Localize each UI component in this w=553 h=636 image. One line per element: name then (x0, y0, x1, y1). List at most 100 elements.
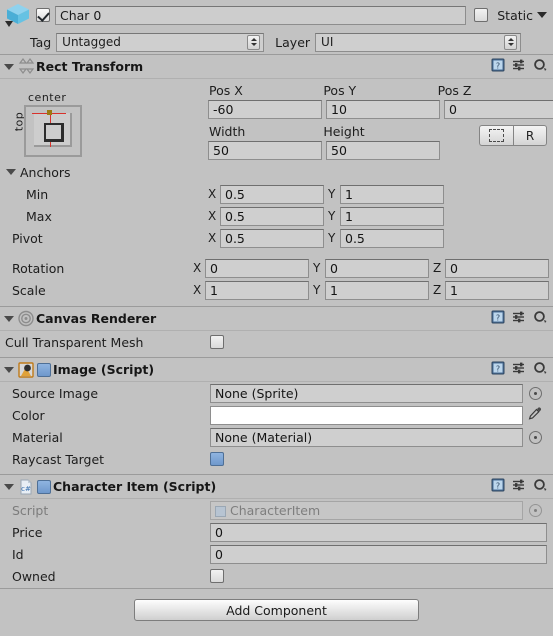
position-labels-row: Pos X Pos Y Pos Z (208, 79, 547, 98)
anchor-preset-widget[interactable]: center top (10, 91, 94, 157)
anchor-preset-box[interactable] (24, 105, 82, 157)
scale-y-input[interactable]: 1 (325, 280, 429, 300)
gear-icon[interactable] (533, 478, 547, 495)
rotation-y-axis: Y (313, 261, 321, 275)
gameobject-active-checkbox[interactable] (36, 8, 50, 22)
scale-label: Scale (12, 282, 46, 298)
foldout-arrow-icon[interactable] (2, 480, 15, 493)
layer-stepper-icon[interactable] (504, 34, 518, 50)
scale-z-input[interactable]: 1 (445, 280, 549, 300)
pivot-x-input[interactable]: 0.5 (220, 228, 324, 248)
preset-sliders-icon[interactable] (512, 361, 526, 378)
tag-stepper-icon[interactable] (247, 34, 261, 50)
pivot-x-axis: X (208, 231, 217, 245)
preset-sliders-icon[interactable] (512, 310, 526, 327)
header-icon-group: ? (491, 361, 547, 378)
layer-dropdown[interactable]: UI (315, 32, 522, 52)
pos-y-input[interactable]: 10 (326, 99, 440, 119)
layer-label: Layer (275, 34, 311, 50)
owned-checkbox[interactable] (210, 569, 224, 583)
material-objectfield[interactable]: None (Material) (210, 427, 523, 447)
foldout-arrow-icon[interactable] (2, 363, 15, 376)
component-title: Character Item (Script) (53, 479, 217, 494)
raycast-target-label: Raycast Target (12, 451, 105, 467)
blueprint-raw-button-group: R (479, 125, 547, 146)
anchor-min-y-input[interactable]: 1 (340, 184, 444, 204)
material-picker-icon[interactable] (529, 430, 542, 444)
price-label: Price (12, 524, 43, 540)
scale-z-axis: Z (433, 283, 442, 297)
help-book-icon[interactable]: ? (491, 58, 505, 75)
source-image-objectfield[interactable]: None (Sprite) (210, 383, 523, 403)
gear-icon[interactable] (533, 58, 547, 75)
static-checkbox[interactable] (474, 8, 489, 22)
gear-icon[interactable] (533, 310, 547, 327)
cull-transparent-mesh-checkbox[interactable] (210, 335, 224, 349)
source-image-label: Source Image (12, 385, 99, 401)
help-book-icon[interactable]: ? (491, 478, 505, 495)
anchors-foldout-arrow-icon[interactable] (5, 166, 17, 178)
foldout-arrow-icon[interactable] (2, 312, 15, 325)
anchor-max-row: Max X 0.5 Y1 (0, 205, 553, 227)
component-header-canvas-renderer[interactable]: Canvas Renderer ? (0, 306, 553, 331)
script-label: Script (12, 502, 49, 518)
scale-y-value: 1 (330, 282, 338, 298)
pivot-y-value: 0.5 (345, 230, 365, 246)
tag-layer-bar: Tag Untagged Layer UI (0, 30, 553, 54)
pivot-y-input[interactable]: 0.5 (340, 228, 444, 248)
rotation-y-input[interactable]: 0 (325, 258, 429, 278)
anchors-foldout[interactable]: Anchors (0, 161, 553, 183)
raw-edit-mode-button[interactable]: R (513, 125, 547, 146)
svg-text:?: ? (496, 62, 500, 71)
width-value: 50 (213, 142, 229, 158)
raycast-target-checkbox[interactable] (210, 452, 224, 466)
width-input[interactable]: 50 (208, 140, 322, 160)
help-book-icon[interactable]: ? (491, 310, 505, 327)
script-value: CharacterItem (230, 502, 321, 518)
raycast-target-row: Raycast Target (0, 448, 553, 470)
character-item-enabled-checkbox[interactable] (37, 479, 51, 494)
add-component-button[interactable]: Add Component (134, 599, 419, 621)
material-row: Material None (Material) (0, 426, 553, 448)
pos-x-input[interactable]: -60 (208, 99, 322, 119)
pos-z-input[interactable]: 0 (444, 99, 553, 119)
help-book-icon[interactable]: ? (491, 361, 505, 378)
height-label: Height (323, 124, 365, 139)
cull-transparent-mesh-label: Cull Transparent Mesh (5, 334, 144, 350)
static-toggle-group[interactable]: Static (472, 8, 547, 23)
height-input[interactable]: 50 (326, 140, 440, 160)
tag-dropdown[interactable]: Untagged (56, 32, 265, 52)
blueprint-mode-button[interactable] (479, 125, 513, 146)
svg-text:?: ? (496, 314, 500, 323)
component-header-character-item-script[interactable]: c# Character Item (Script) ? (0, 474, 553, 499)
component-header-rect-transform[interactable]: Rect Transform ? (0, 54, 553, 79)
preset-sliders-icon[interactable] (512, 58, 526, 75)
id-input[interactable]: 0 (210, 544, 547, 564)
anchor-min-x-input[interactable]: 0.5 (220, 184, 324, 204)
image-enabled-checkbox[interactable] (37, 362, 51, 377)
color-swatch-field[interactable] (210, 405, 523, 425)
gameobject-name-input[interactable]: Char 0 (55, 5, 467, 25)
rotation-x-input[interactable]: 0 (205, 258, 309, 278)
anchor-min-label: Min (26, 186, 49, 202)
anchor-max-y-input[interactable]: 1 (340, 206, 444, 226)
header-icon-group: ? (491, 310, 547, 327)
scale-x-input[interactable]: 1 (205, 280, 309, 300)
unity-inspector-panel: Char 0 Static Tag Untagged Layer UI Rect… (0, 0, 553, 636)
add-component-bar: Add Component (0, 588, 553, 636)
position-fields-row: -60 10 0 (208, 98, 553, 120)
rotation-row: Rotation X0 Y0 Z0 (0, 257, 553, 279)
eyedropper-icon[interactable] (528, 406, 542, 424)
preset-sliders-icon[interactable] (512, 478, 526, 495)
source-image-picker-icon[interactable] (529, 386, 542, 400)
gear-icon[interactable] (533, 361, 547, 378)
static-dropdown-icon[interactable] (537, 12, 547, 18)
price-input[interactable]: 0 (210, 522, 547, 542)
anchor-max-x-input[interactable]: 0.5 (220, 206, 324, 226)
source-image-row: Source Image None (Sprite) (0, 382, 553, 404)
rotation-z-input[interactable]: 0 (445, 258, 549, 278)
foldout-arrow-icon[interactable] (2, 60, 15, 73)
component-header-image-script[interactable]: Image (Script) ? (0, 357, 553, 382)
pivot-x-value: 0.5 (225, 230, 245, 246)
add-component-label: Add Component (226, 602, 327, 618)
